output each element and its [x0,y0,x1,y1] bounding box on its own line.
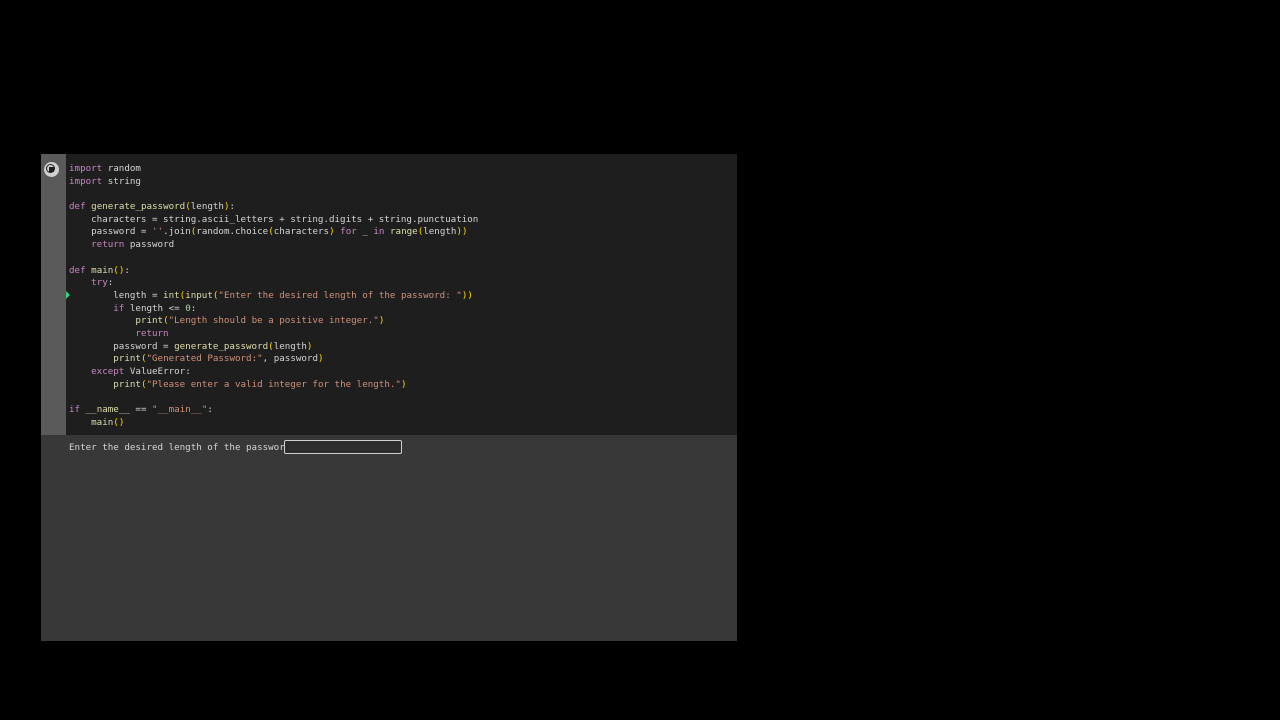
code-line: ​ [69,391,478,404]
stop-square-icon [49,167,54,172]
code-line: try: [91,277,114,289]
cell-gutter [41,154,66,435]
code-line: import random [69,163,141,174]
code-line: return [135,327,169,339]
output-area [41,435,737,641]
code-cell[interactable]: import randomimport string​def generate_… [41,154,737,435]
code-line: def generate_password(length): [69,201,236,213]
stop-circle-icon[interactable] [44,162,59,177]
input-prompt: Enter the desired length of the password… [69,442,296,453]
code-line: print("Length should be a positive integ… [135,315,385,327]
code-line: print("Please enter a valid integer for … [113,378,407,390]
code-line: password = ''.join(random.choice(charact… [69,226,468,238]
code-line: return password [91,239,175,251]
code-line: import string [69,175,141,187]
code-line: if __name__ == "__main__": [69,404,213,416]
code-line: except ValueError: [91,366,191,377]
stdin-input[interactable] [284,440,402,454]
code-line: length = int(input("Enter the desired le… [69,289,473,301]
code-line: password = generate_password(length) [69,340,313,352]
code-line: characters = string.ascii_letters + stri… [69,213,479,225]
code-line: main() [91,416,125,428]
code-line: if length <= 0: [113,302,197,314]
notebook: import randomimport string​def generate_… [41,154,737,641]
code-line: ​ [69,252,478,265]
code-editor[interactable]: import randomimport string​def generate_… [69,163,478,429]
code-line: def main(): [69,264,130,276]
code-line: ​ [69,188,478,201]
code-line: print("Generated Password:", password) [113,353,324,365]
